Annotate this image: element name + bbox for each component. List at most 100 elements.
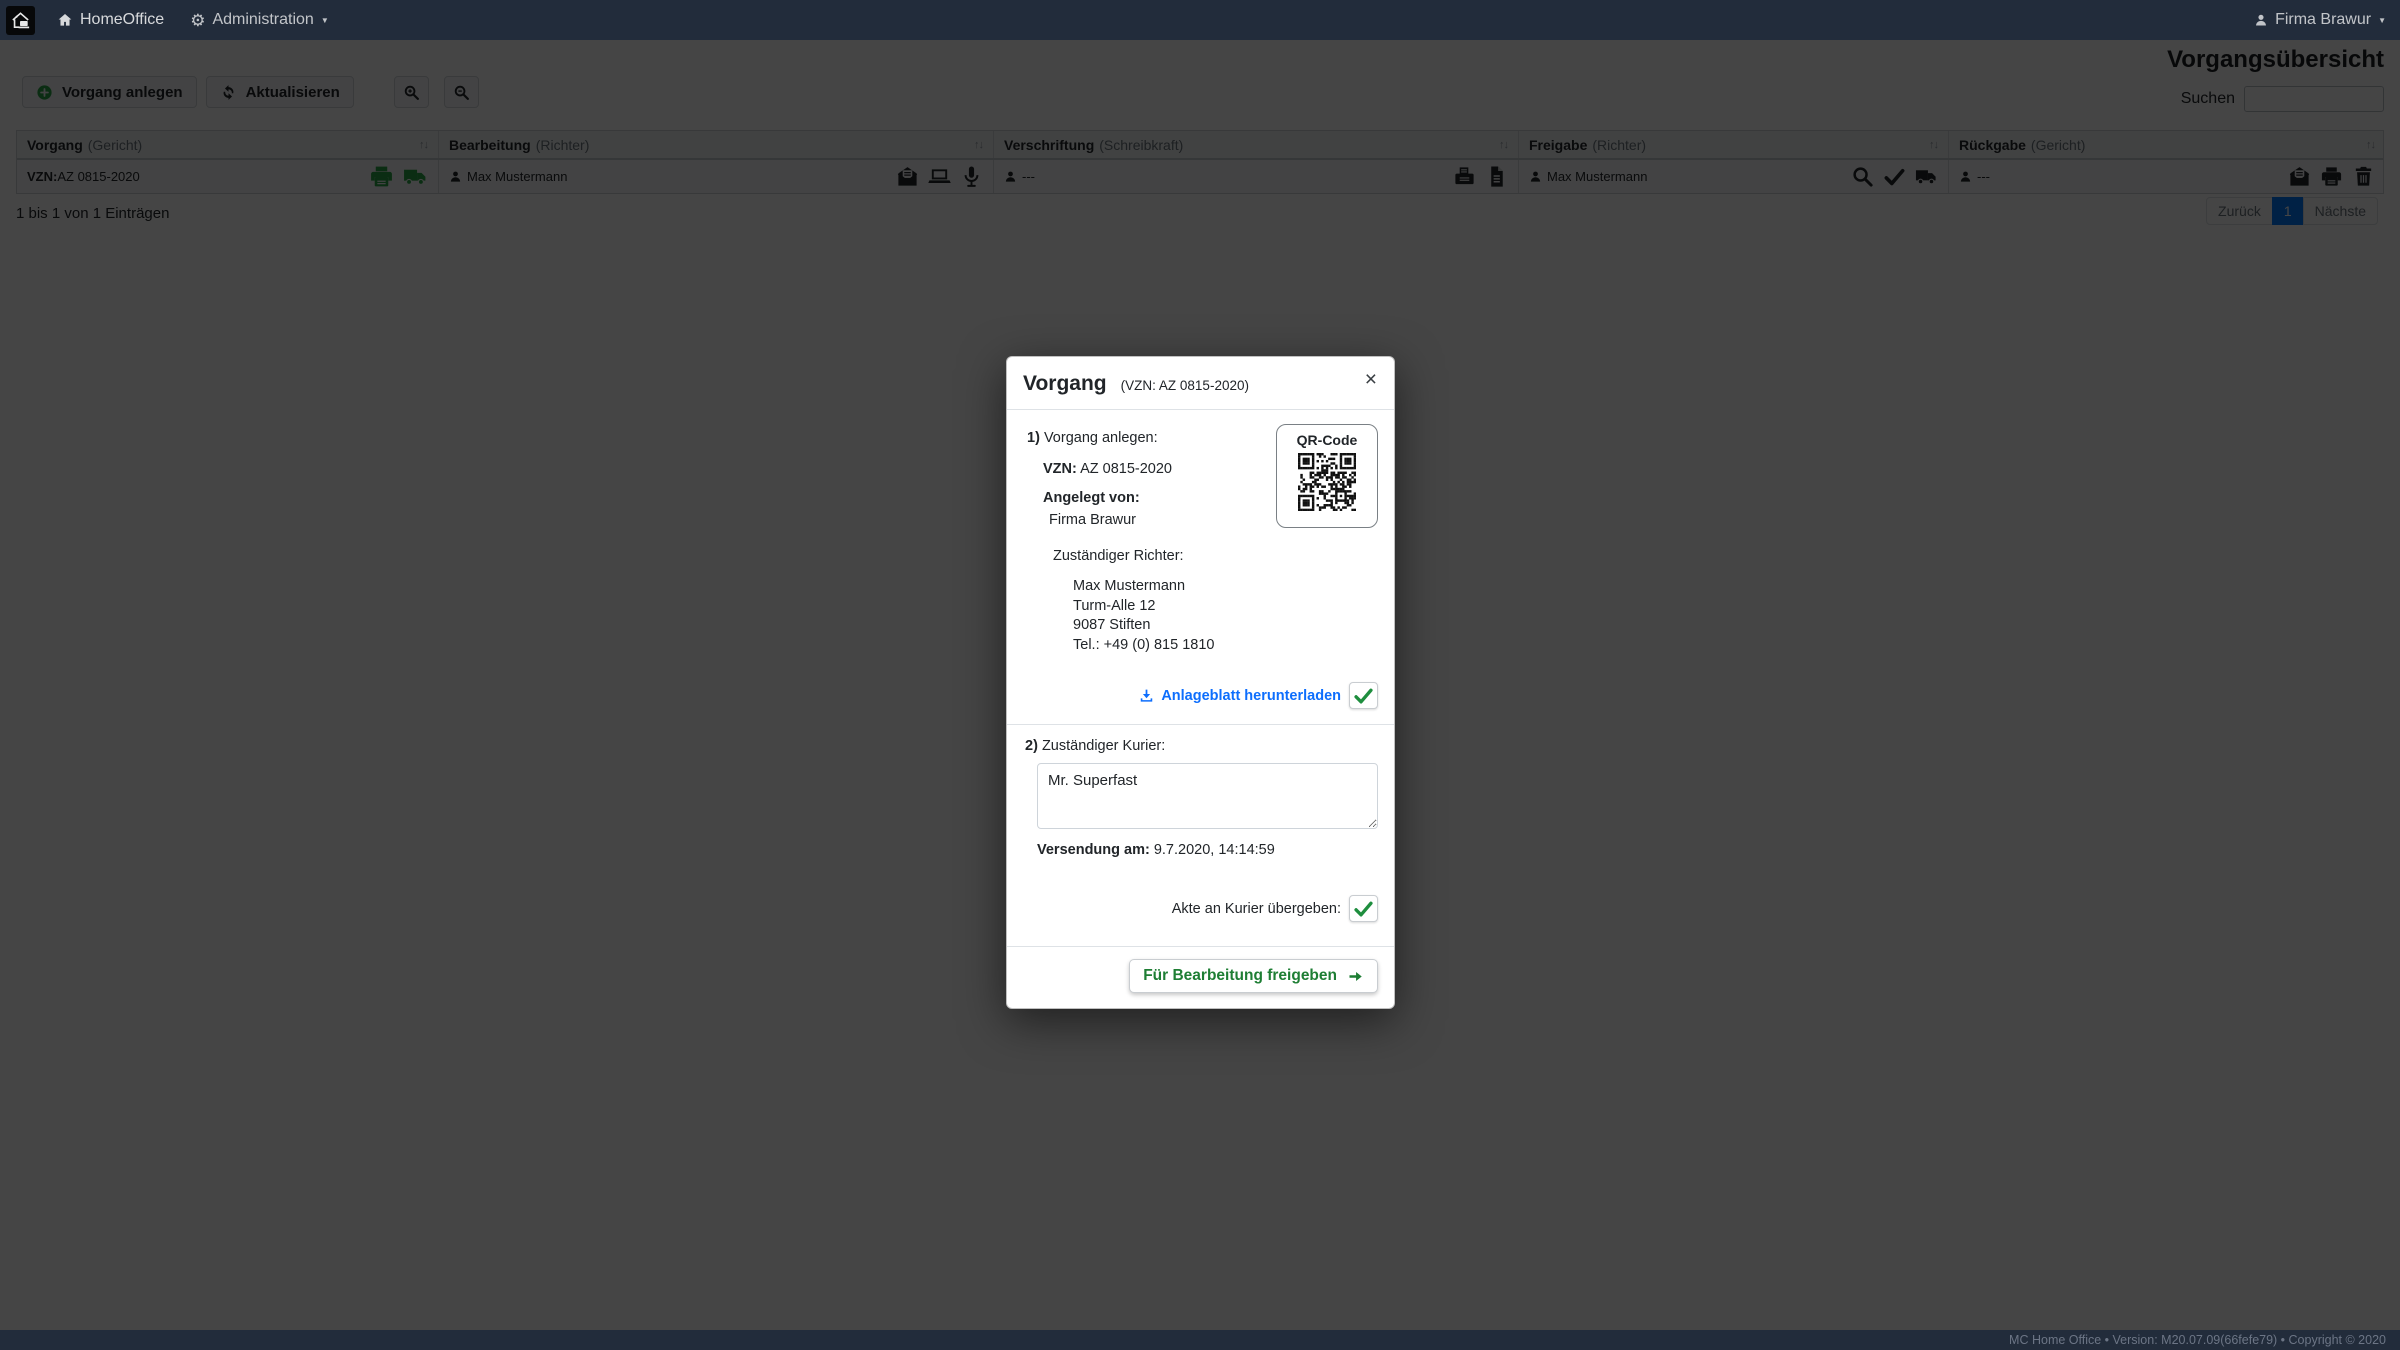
handover-label: Akte an Kurier übergeben: <box>1172 901 1341 917</box>
trash-icon[interactable] <box>2352 165 2375 188</box>
envelope-open-text-icon[interactable] <box>2288 165 2311 188</box>
richter-label: Zuständiger Richter: <box>1053 548 1378 564</box>
modal-subtitle: (VZN: AZ 0815-2020) <box>1121 378 1249 393</box>
nav-menu-administration[interactable]: ⚙ Administration ▼ <box>190 11 329 29</box>
user-icon <box>2254 13 2268 27</box>
sort-icon: ↑↓ <box>2366 139 2375 151</box>
close-icon[interactable]: × <box>1363 367 1379 392</box>
download-link-label: Anlageblatt herunterladen <box>1161 688 1341 704</box>
versand-value: 9.7.2020, 14:14:59 <box>1154 842 1275 858</box>
pagination-page-1[interactable]: 1 <box>2272 197 2304 225</box>
app-logo[interactable] <box>6 6 35 35</box>
courier-textarea[interactable]: Mr. Superfast <box>1037 763 1378 829</box>
search-icon[interactable] <box>1851 165 1874 188</box>
pagination: Zurück 1 Nächste <box>2206 197 2378 225</box>
app-root: HomeOffice ⚙ Administration ▼ Firma Braw… <box>0 0 2400 1350</box>
column-header-verschriftung[interactable]: Verschriftung (Schreibkraft) ↑↓ <box>993 131 1518 158</box>
created-by-label: Angelegt von: <box>1043 490 1276 506</box>
cell-verschriftung: --- <box>993 160 1518 193</box>
footer-version-text: MC Home Office • Version: M20.07.09(66fe… <box>2009 1333 2386 1347</box>
check-icon <box>1353 685 1374 706</box>
column-qualifier: (Gericht) <box>2031 137 2085 153</box>
table-search: Suchen <box>2181 86 2384 112</box>
step1-label: Vorgang anlegen: <box>1044 430 1158 446</box>
release-button-label: Für Bearbeitung freigeben <box>1143 967 1337 985</box>
modal-title: Vorgang <box>1023 372 1107 395</box>
home-icon <box>57 12 73 28</box>
vzn-label: VZN: <box>27 169 57 184</box>
download-anlageblatt-link[interactable]: Anlageblatt herunterladen <box>1139 688 1341 704</box>
admin-menu-label: Administration <box>212 11 313 29</box>
create-vorgang-label: Vorgang anlegen <box>62 84 183 101</box>
step2-label: Zuständiger Kurier: <box>1042 738 1165 754</box>
vorgang-table: Vorgang (Gericht) ↑↓ Bearbeitung (Richte… <box>16 130 2384 194</box>
zoom-out-icon <box>453 84 470 101</box>
laptop-icon[interactable] <box>928 165 951 188</box>
column-header-rueckgabe[interactable]: Rückgabe (Gericht) ↑↓ <box>1948 131 2385 158</box>
zoom-out-button[interactable] <box>444 76 479 108</box>
column-qualifier: (Gericht) <box>88 137 142 153</box>
sort-icon: ↑↓ <box>1499 139 1508 151</box>
vzn-value: AZ 0815-2020 <box>1080 461 1172 477</box>
truck-icon[interactable] <box>1915 165 1938 188</box>
cell-freigabe: Max Mustermann <box>1518 160 1948 193</box>
top-navbar: HomeOffice ⚙ Administration ▼ Firma Braw… <box>0 0 2400 40</box>
download-icon <box>1139 688 1154 703</box>
richter-address: Max Mustermann Turm-Alle 12 9087 Stiften… <box>1073 577 1378 655</box>
release-for-bearbeitung-button[interactable]: Für Bearbeitung freigeben <box>1129 959 1378 993</box>
modal-body: 1) Vorgang anlegen: VZN: AZ 0815-2020 An… <box>1007 410 1394 946</box>
vorgang-modal: Vorgang (VZN: AZ 0815-2020) × 1) Vorgang… <box>1006 356 1395 1009</box>
printer-icon[interactable] <box>369 164 394 189</box>
page-title: Vorgangsübersicht <box>2167 46 2384 74</box>
user-icon <box>1959 170 1972 183</box>
freigabe-user: Max Mustermann <box>1547 169 1647 184</box>
printer-icon[interactable] <box>2320 165 2343 188</box>
fax-icon[interactable] <box>1453 165 1476 188</box>
create-vorgang-button[interactable]: Vorgang anlegen <box>22 76 197 108</box>
brand-label: HomeOffice <box>80 11 164 29</box>
search-input[interactable] <box>2244 86 2384 112</box>
vzn-label: VZN: <box>1043 461 1077 477</box>
column-header-bearbeitung[interactable]: Bearbeitung (Richter) ↑↓ <box>438 131 993 158</box>
handover-confirm-button[interactable] <box>1349 895 1378 922</box>
caret-down-icon: ▼ <box>321 15 329 25</box>
microphone-icon[interactable] <box>960 165 983 188</box>
table-header-row: Vorgang (Gericht) ↑↓ Bearbeitung (Richte… <box>17 131 2383 160</box>
pagination-prev-button[interactable]: Zurück <box>2206 197 2273 225</box>
qr-code-image <box>1298 453 1356 511</box>
cell-bearbeitung: Max Mustermann <box>438 160 993 193</box>
richter-city: 9087 Stiften <box>1073 616 1378 636</box>
check-icon[interactable] <box>1883 165 1906 188</box>
step2-number: 2) <box>1025 738 1038 754</box>
zoom-in-icon <box>403 84 420 101</box>
bottom-status-bar: MC Home Office • Version: M20.07.09(66fe… <box>0 1330 2400 1350</box>
envelope-open-text-icon[interactable] <box>896 165 919 188</box>
pagination-next-button[interactable]: Nächste <box>2303 197 2378 225</box>
nav-user-menu[interactable]: Firma Brawur ▼ <box>2254 11 2386 29</box>
truck-icon[interactable] <box>403 164 428 189</box>
column-name: Freigabe <box>1529 137 1587 153</box>
refresh-button[interactable]: Aktualisieren <box>206 76 354 108</box>
anlageblatt-confirm-button[interactable] <box>1349 682 1378 709</box>
table-info-text: 1 bis 1 von 1 Einträgen <box>16 205 169 222</box>
section-divider <box>1007 724 1394 725</box>
user-icon <box>1529 170 1542 183</box>
zoom-in-button[interactable] <box>394 76 429 108</box>
nav-brand-homeoffice[interactable]: HomeOffice <box>57 11 164 29</box>
column-header-vorgang[interactable]: Vorgang (Gericht) ↑↓ <box>17 131 438 158</box>
check-icon <box>1353 898 1374 919</box>
created-by-value: Firma Brawur <box>1049 512 1276 528</box>
bearbeitung-user: Max Mustermann <box>467 169 567 184</box>
qr-code-box: QR-Code <box>1276 424 1378 528</box>
gear-icon: ⚙ <box>190 12 205 29</box>
verschriftung-user: --- <box>1022 169 1035 184</box>
user-name: Firma Brawur <box>2275 11 2371 29</box>
file-icon[interactable] <box>1485 165 1508 188</box>
modal-header: Vorgang (VZN: AZ 0815-2020) × <box>1007 357 1394 410</box>
home-office-logo-icon <box>9 9 32 32</box>
column-header-freigabe[interactable]: Freigabe (Richter) ↑↓ <box>1518 131 1948 158</box>
sort-icon: ↑↓ <box>419 139 428 151</box>
arrow-right-icon <box>1347 968 1364 985</box>
column-qualifier: (Richter) <box>1592 137 1646 153</box>
column-name: Vorgang <box>27 137 83 153</box>
